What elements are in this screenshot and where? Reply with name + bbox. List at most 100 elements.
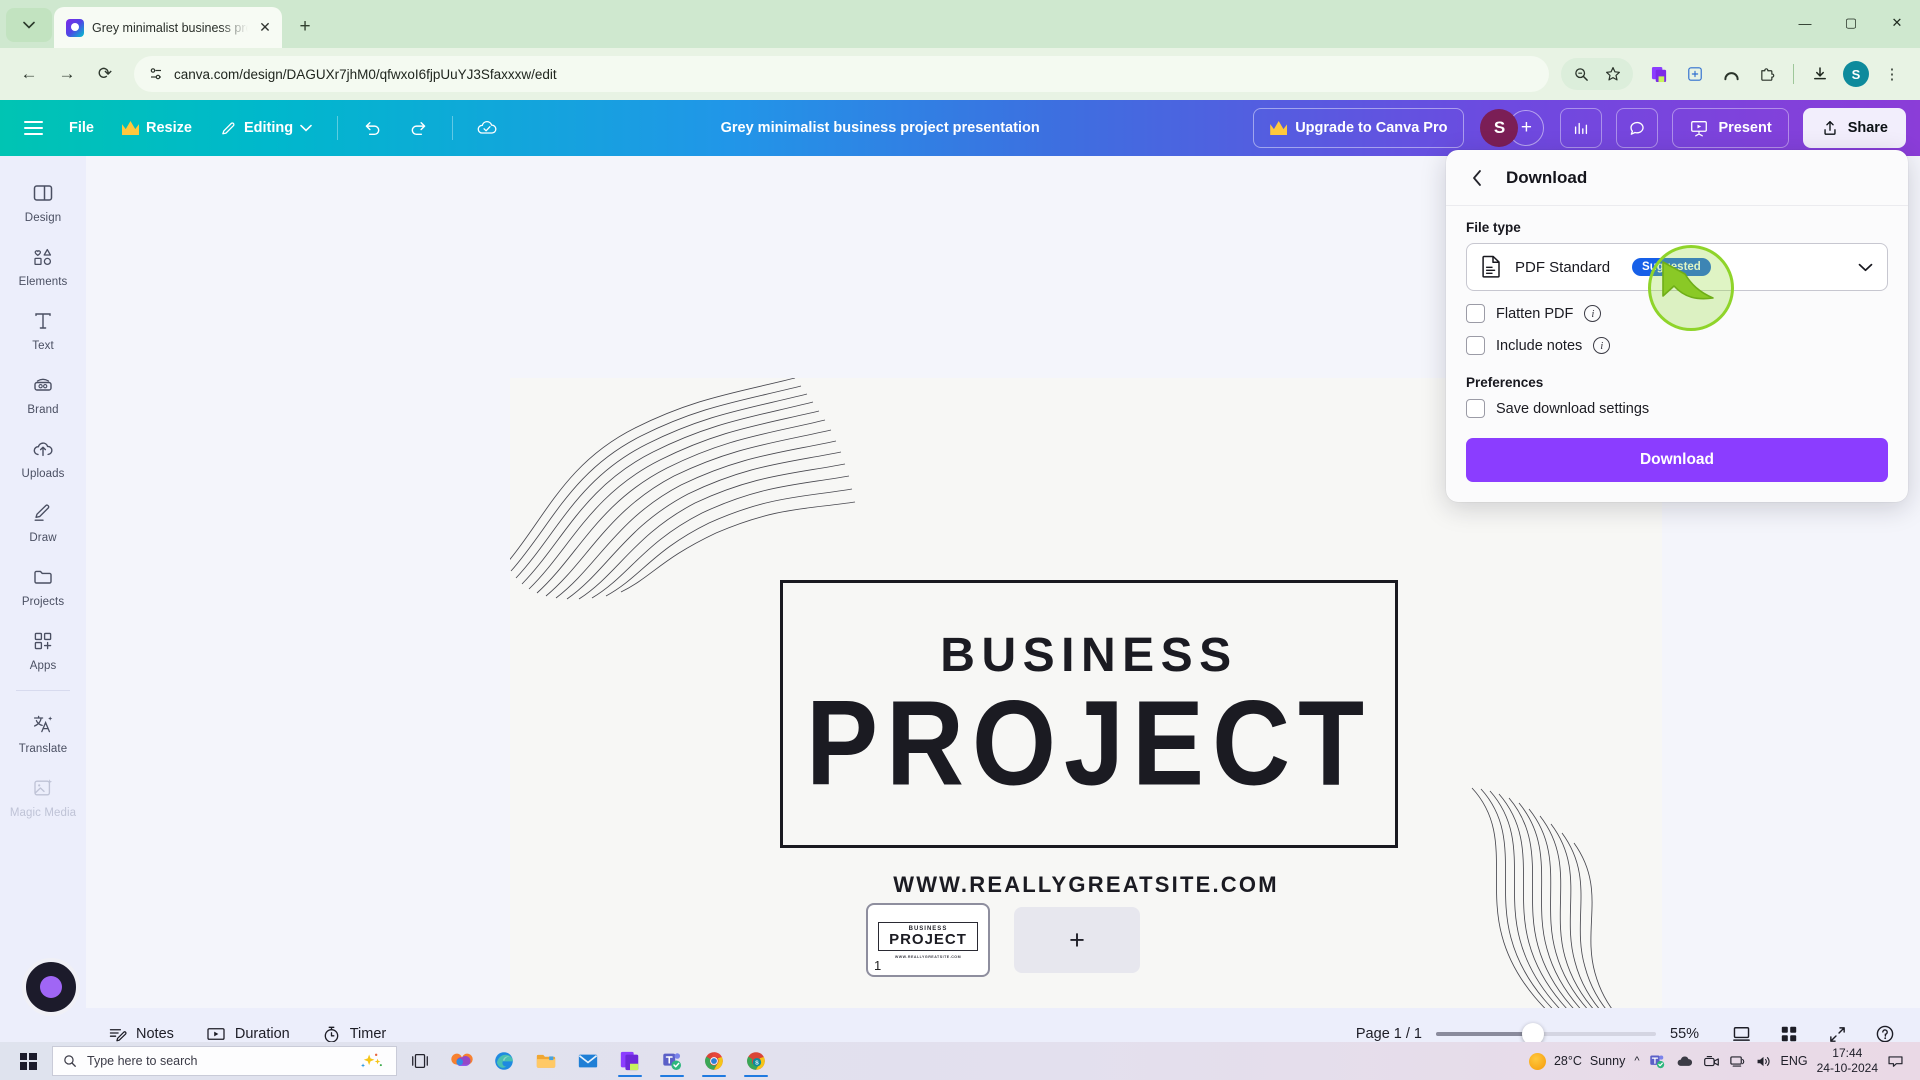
sidebar-item-translate[interactable]: Translate	[5, 701, 81, 761]
browser-profile-avatar[interactable]: S	[1840, 58, 1872, 90]
sidebar-item-text[interactable]: Text	[5, 298, 81, 358]
downloads-icon[interactable]	[1804, 58, 1836, 90]
volume-icon[interactable]	[1755, 1054, 1772, 1069]
add-page-button[interactable]: +	[1014, 907, 1140, 973]
flatten-pdf-checkbox[interactable]	[1466, 304, 1485, 323]
copilot-sparkle-icon[interactable]	[356, 1052, 386, 1070]
mail-icon[interactable]	[569, 1044, 607, 1078]
onedrive-icon[interactable]	[1675, 1054, 1694, 1068]
file-type-value: PDF Standard	[1515, 258, 1611, 276]
file-explorer-icon[interactable]	[527, 1044, 565, 1078]
sidebar-item-draw[interactable]: Draw	[5, 490, 81, 550]
sidebar-item-uploads[interactable]: Uploads	[5, 426, 81, 486]
include-notes-option[interactable]: Include notes i	[1466, 336, 1888, 355]
chrome-icon[interactable]	[695, 1044, 733, 1078]
save-settings-label: Save download settings	[1496, 400, 1650, 417]
new-tab-button[interactable]: +	[288, 10, 322, 44]
timer-button[interactable]: Timer	[306, 1025, 403, 1044]
sidebar-item-label: Translate	[18, 743, 68, 755]
taskbar-search-input[interactable]: Type here to search	[52, 1046, 397, 1076]
chevron-down-icon[interactable]	[1858, 263, 1873, 272]
document-title[interactable]: Grey minimalist business project present…	[721, 120, 1040, 136]
search-placeholder: Type here to search	[87, 1054, 198, 1068]
comment-icon[interactable]	[1616, 108, 1659, 148]
address-bar[interactable]: canva.com/design/DAGUXr7jhM0/qfwxoI6fjpU…	[134, 56, 1549, 92]
sidebar-item-design[interactable]: Design	[5, 170, 81, 230]
network-icon[interactable]	[1729, 1054, 1746, 1069]
canva-app-icon[interactable]	[611, 1044, 649, 1078]
hamburger-icon[interactable]	[14, 109, 52, 147]
teams-icon[interactable]	[653, 1044, 691, 1078]
info-icon[interactable]: i	[1584, 305, 1602, 322]
language-indicator[interactable]: ENG	[1781, 1054, 1808, 1068]
file-menu-button[interactable]: File	[58, 110, 105, 146]
teams-tray-icon[interactable]	[1649, 1053, 1666, 1070]
browser-tab[interactable]: Grey minimalist business projec ✕	[54, 7, 282, 48]
present-button[interactable]: Present	[1672, 108, 1789, 148]
minimize-icon[interactable]: —	[1782, 0, 1828, 46]
info-icon[interactable]: i	[1593, 337, 1611, 354]
notification-icon[interactable]	[1887, 1054, 1904, 1069]
undo-icon[interactable]	[352, 109, 392, 147]
download-button[interactable]: Download	[1466, 438, 1888, 482]
clock[interactable]: 17:44 24-10-2024	[1817, 1046, 1878, 1076]
sidebar-item-label: Brand	[27, 404, 59, 416]
sidebar-item-magic-media[interactable]: Magic Media	[5, 765, 81, 825]
screen-recorder-bubble[interactable]	[22, 958, 80, 1016]
reload-icon[interactable]: ⟳	[88, 57, 122, 91]
crown-icon	[1270, 121, 1288, 135]
cloud-saved-icon[interactable]	[467, 109, 507, 147]
slide-title-box[interactable]: BUSINESS PROJECT	[780, 580, 1398, 848]
close-window-icon[interactable]: ✕	[1874, 0, 1920, 46]
extensions-puzzle-icon[interactable]	[1751, 58, 1783, 90]
share-button[interactable]: Share	[1802, 108, 1906, 148]
save-download-settings-option[interactable]: Save download settings	[1466, 399, 1888, 418]
uploads-icon	[30, 436, 56, 462]
include-notes-checkbox[interactable]	[1466, 336, 1485, 355]
thumbnail-heading-large: PROJECT	[889, 930, 967, 948]
task-view-icon[interactable]	[401, 1044, 439, 1078]
share-label: Share	[1847, 120, 1888, 136]
upgrade-label: Upgrade to Canva Pro	[1295, 120, 1448, 136]
translate-icon[interactable]	[1679, 58, 1711, 90]
resize-button[interactable]: Resize	[111, 110, 203, 146]
copilot-icon[interactable]	[443, 1044, 481, 1078]
avatar[interactable]: S	[1480, 109, 1519, 147]
sidebar-item-projects[interactable]: Projects	[5, 554, 81, 614]
maximize-icon[interactable]: ▢	[1828, 0, 1874, 46]
tray-expand-icon[interactable]: ^	[1634, 1055, 1639, 1067]
forward-icon[interactable]: →	[50, 57, 84, 91]
upgrade-to-canva-pro-button[interactable]: Upgrade to Canva Pro	[1253, 108, 1465, 148]
sidebar-item-apps[interactable]: Apps	[5, 618, 81, 678]
sidebar-item-label: Uploads	[21, 468, 65, 480]
editing-label: Editing	[243, 120, 294, 136]
edge-icon[interactable]	[485, 1044, 523, 1078]
weather-widget[interactable]: 28°C Sunny	[1528, 1052, 1625, 1070]
record-dot-icon	[40, 976, 62, 998]
browser-menu-icon[interactable]: ⋮	[1876, 58, 1908, 90]
magic-media-icon	[30, 775, 56, 801]
sidebar-item-elements[interactable]: Elements	[5, 234, 81, 294]
page-thumbnail-1[interactable]: BUSINESS PROJECT WWW.REALLYGREATSITE.COM…	[866, 903, 990, 977]
camera-icon[interactable]	[1703, 1054, 1720, 1069]
pencil-icon	[222, 121, 235, 134]
close-icon[interactable]: ✕	[256, 19, 274, 36]
site-settings-icon	[150, 68, 161, 80]
zoom-icon[interactable]	[1565, 58, 1597, 90]
windows-start-icon[interactable]	[8, 1044, 48, 1078]
notes-button[interactable]: Notes	[92, 1025, 190, 1044]
sidebar-item-brand[interactable]: Brand	[5, 362, 81, 422]
chrome-canva-icon[interactable]: S	[737, 1044, 775, 1078]
canva-extension-icon[interactable]	[1643, 58, 1675, 90]
chevron-left-icon[interactable]	[1462, 163, 1492, 193]
back-icon[interactable]: ←	[12, 57, 46, 91]
save-settings-checkbox[interactable]	[1466, 399, 1485, 418]
arc-icon[interactable]	[1715, 58, 1747, 90]
zoom-slider[interactable]	[1436, 1023, 1656, 1045]
duration-button[interactable]: Duration	[190, 1025, 306, 1043]
editing-mode-button[interactable]: Editing	[209, 110, 323, 146]
bar-chart-icon[interactable]	[1560, 108, 1603, 148]
bookmark-star-icon[interactable]	[1597, 58, 1629, 90]
redo-icon[interactable]	[398, 109, 438, 147]
tab-search-button[interactable]	[6, 8, 52, 42]
